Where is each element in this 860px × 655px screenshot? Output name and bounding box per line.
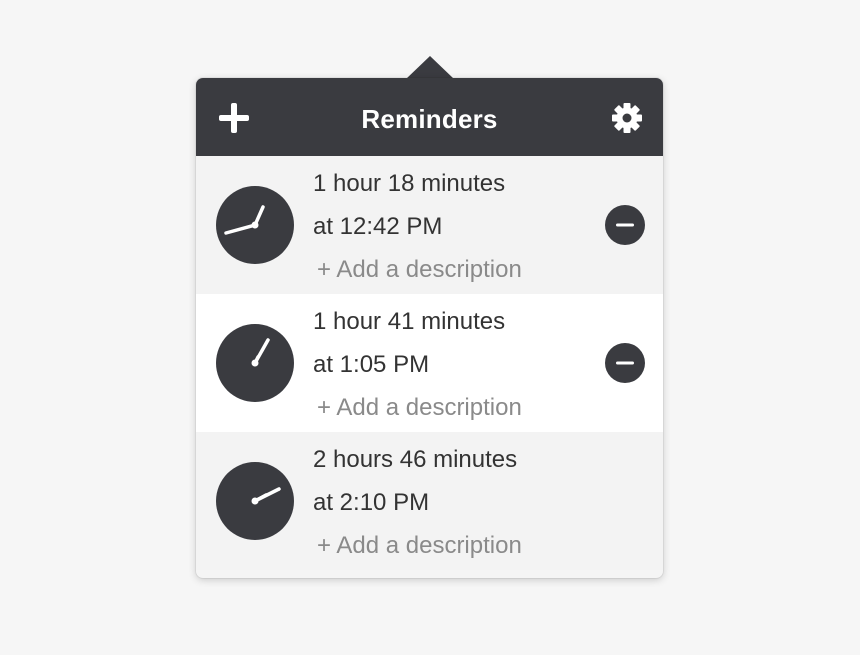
popover-title: Reminders (361, 104, 498, 134)
reminder-time: at 2:10 PM (313, 489, 430, 516)
clock-icon (216, 186, 294, 264)
popover-header: Reminders (196, 78, 663, 156)
clock-icon (216, 324, 294, 402)
add-description-link[interactable]: + Add a description (317, 256, 522, 284)
reminder-duration: 1 hour 41 minutes (313, 308, 506, 335)
reminder-row[interactable]: 2 hours 46 minutes at 2:10 PM + Add a de… (196, 432, 663, 570)
gear-icon (612, 103, 642, 133)
clock-icon (216, 462, 294, 540)
add-description-link[interactable]: + Add a description (317, 532, 522, 560)
remove-reminder-button[interactable] (605, 205, 645, 245)
add-description-link[interactable]: + Add a description (317, 394, 522, 422)
reminder-row[interactable]: 1 hour 41 minutes at 1:05 PM + Add a des… (196, 294, 663, 432)
reminders-popover: Reminders 1 hour 18 minutes at 12:42 PM … (196, 78, 663, 578)
popover-arrow (406, 56, 454, 79)
reminder-duration: 2 hours 46 minutes (313, 446, 518, 473)
settings-button[interactable] (611, 102, 643, 134)
reminder-time: at 12:42 PM (313, 213, 443, 240)
reminder-duration: 1 hour 18 minutes (313, 170, 506, 197)
reminder-time: at 1:05 PM (313, 351, 430, 378)
remove-reminder-button[interactable] (605, 343, 645, 383)
minus-circle-icon (605, 343, 645, 383)
minus-circle-icon (605, 205, 645, 245)
reminder-row[interactable]: 1 hour 18 minutes at 12:42 PM + Add a de… (196, 156, 663, 294)
